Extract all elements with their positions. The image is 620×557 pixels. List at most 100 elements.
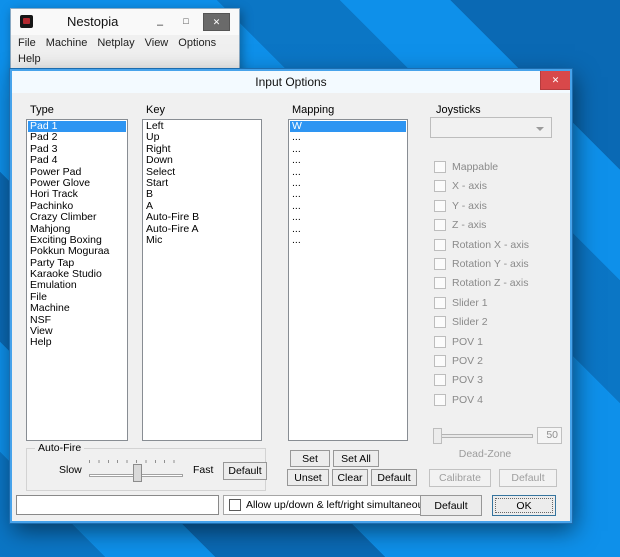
dialog-titlebar[interactable]: Input Options ✕ [12,71,570,93]
mapping-default-button[interactable]: Default [371,469,417,486]
mapping-list-item[interactable]: ... [290,177,406,189]
joystick-checkbox-label: Z - axis [452,219,487,232]
mapping-list-item[interactable]: W [290,120,406,133]
joystick-checkbox[interactable] [434,238,446,251]
nestopia-app-icon [20,15,33,28]
menu-item[interactable]: Help [13,51,46,67]
menu-item[interactable]: Machine [41,35,93,51]
dead-zone-slider-thumb[interactable] [433,428,442,444]
mapping-list-item[interactable]: ... [290,211,406,223]
mapping-list-item[interactable]: ... [290,223,406,235]
chevron-down-icon [536,127,544,131]
joystick-checkbox-row: Z - axis [434,219,529,232]
menu-item[interactable]: Options [173,35,221,51]
dialog-close-button[interactable]: ✕ [540,71,570,90]
key-list-item[interactable]: Down [144,154,260,166]
auto-fire-slider-thumb[interactable] [133,464,142,482]
joystick-checkbox-label: Rotation X - axis [452,238,530,251]
key-list-item[interactable]: B [144,188,260,200]
simultaneous-checkbox[interactable] [229,499,241,511]
menu-item[interactable]: View [140,35,174,51]
key-listbox[interactable]: Left Up Right Down Select Start B A Auto-Fire BA… [142,119,262,441]
mapping-list-item[interactable]: ... [290,154,406,166]
unset-button[interactable]: Unset [287,469,329,486]
key-list-item[interactable]: Left [144,120,260,132]
key-column-label: Key [146,104,165,116]
joystick-checkbox-label: POV 4 [452,393,483,406]
calibrate-button[interactable]: Calibrate [429,469,491,487]
auto-fire-slider-ticks [89,460,183,463]
nestopia-menubar: File Machine Netplay View Options Help [11,35,239,67]
joystick-checkbox[interactable] [434,393,446,406]
mapping-list-item[interactable]: ... [290,166,406,178]
simultaneous-checkbox-label[interactable]: Allow up/down & left/right simultaneousl… [246,499,436,511]
type-list-item[interactable]: Crazy Climber [28,211,126,223]
mapping-list-item[interactable]: ... [290,131,406,143]
joystick-checkbox[interactable] [434,335,446,348]
joystick-checkbox-row: POV 2 [434,354,529,367]
type-list-item[interactable]: Pad 4 [28,154,126,166]
minimize-button[interactable]: – [149,13,171,31]
mapping-list-item[interactable]: ... [290,200,406,212]
joystick-checkbox-label: Mappable [452,161,499,173]
mapping-list-item[interactable]: ... [290,143,406,155]
key-list-item[interactable]: Auto-Fire B [144,211,260,223]
joystick-checkbox[interactable] [434,277,446,290]
type-list-item[interactable]: Pokkun Moguraa [28,245,126,257]
joystick-checkbox-label: POV 2 [452,354,483,367]
joysticks-default-button[interactable]: Default [499,469,557,487]
joystick-checkbox[interactable] [434,180,446,193]
menu-item[interactable]: File [13,35,41,51]
type-column-label: Type [30,104,54,116]
joystick-checkbox-row: POV 1 [434,335,529,348]
joystick-device-dropdown[interactable] [430,117,552,138]
joystick-checkbox-row: X - axis [434,180,529,193]
clear-button[interactable]: Clear [332,469,368,486]
type-listbox[interactable]: Pad 1 Pad 2 Pad 3 Pad 4 Power Pad Power Glove… [26,119,128,441]
maximize-button[interactable]: □ [175,13,197,31]
mapping-list-item[interactable]: ... [290,188,406,200]
mapping-listbox[interactable]: W.............................. [288,119,408,441]
key-list-item[interactable]: Start [144,177,260,189]
desktop-background: Nestopia – □ ✕ File Machine Netplay View Opt… [0,0,620,557]
joystick-checkbox[interactable] [434,219,446,232]
dead-zone-label: Dead-Zone [458,448,512,460]
dead-zone-slider-track[interactable] [433,434,533,438]
auto-fire-default-button[interactable]: Default [223,462,267,480]
joystick-checkbox[interactable] [434,316,446,329]
joystick-checkbox-label: X - axis [452,180,488,193]
menu-item[interactable]: Netplay [92,35,139,51]
joystick-checkbox[interactable] [434,257,446,270]
joystick-checkbox-label: POV 1 [452,335,483,348]
key-list-item[interactable]: Mic [144,234,260,246]
nestopia-titlebar[interactable]: Nestopia – □ ✕ [11,9,239,35]
simultaneous-checkbox-panel[interactable]: Allow up/down & left/right simultaneousl… [223,495,443,515]
joystick-checkbox[interactable] [434,374,446,387]
mapping-column-label: Mapping [292,104,335,116]
dialog-default-button[interactable]: Default [420,495,482,516]
joystick-checkbox-row: Mappable [434,161,529,173]
type-list-item[interactable]: Machine [28,302,126,314]
key-capture-input[interactable] [16,495,219,515]
joystick-checkbox-label: Rotation Y - axis [452,257,529,270]
joystick-axis-checkbox-list: Mappable X - axis Y - axis Z - axis Rota… [434,161,529,406]
joystick-checkbox-row: Rotation Z - axis [434,277,529,290]
joystick-checkbox[interactable] [434,161,446,173]
window-close-button[interactable]: ✕ [203,13,230,31]
type-list-item[interactable]: Help [28,336,126,348]
set-all-button[interactable]: Set All [333,450,379,467]
joystick-checkbox-label: Rotation Z - axis [452,277,529,290]
joysticks-column-label: Joysticks [436,104,481,116]
joystick-checkbox[interactable] [434,296,446,309]
joystick-checkbox-row: POV 4 [434,393,529,406]
joystick-checkbox[interactable] [434,199,446,212]
nestopia-window-title: Nestopia [67,14,119,29]
mapping-list-item[interactable]: ... [290,234,406,246]
auto-fire-fast-label: Fast [193,464,214,476]
set-button[interactable]: Set [290,450,330,467]
auto-fire-group: Auto-Fire Slow Fast Default [26,442,267,491]
ok-button[interactable]: OK [492,495,556,516]
auto-fire-slow-label: Slow [59,464,82,476]
joystick-checkbox-label: POV 3 [452,374,483,387]
joystick-checkbox[interactable] [434,354,446,367]
